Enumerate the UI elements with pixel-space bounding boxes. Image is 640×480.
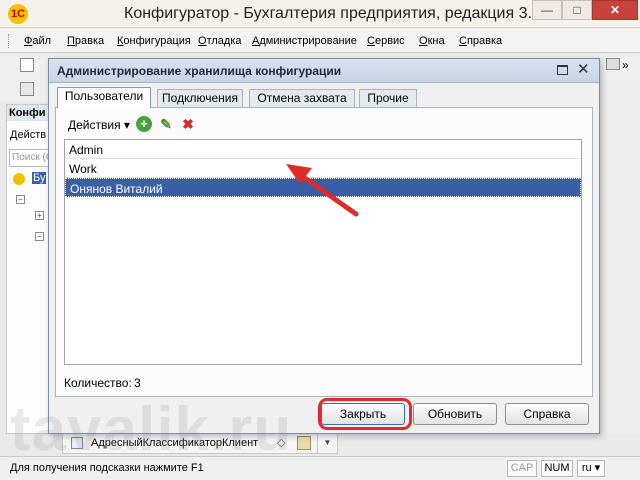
app-logo-icon: 1С — [8, 4, 28, 24]
tree-collapse-icon[interactable]: − — [16, 195, 25, 204]
menu-item-administration[interactable]: Администрирование — [252, 35, 357, 47]
configuration-tree-actions[interactable]: Действ — [7, 121, 51, 141]
delete-icon[interactable]: ✖ — [180, 116, 196, 132]
configuration-tree-header: Конфи — [7, 105, 51, 121]
tab-connections[interactable]: Подключения — [157, 89, 243, 107]
tree-expand-icon[interactable]: + — [35, 211, 44, 220]
menu-item-service[interactable]: Сервис — [367, 35, 405, 47]
tree-root-label: Бу — [32, 172, 47, 184]
tab-other[interactable]: Прочие — [359, 89, 417, 107]
num-indicator: NUM — [541, 460, 573, 477]
repository-admin-dialog: Администрирование хранилища конфигурации… — [48, 58, 600, 434]
menu-item-debug[interactable]: Отладка — [198, 35, 242, 47]
help-button[interactable]: Справка — [505, 403, 589, 425]
minimize-icon[interactable]: — — [532, 0, 562, 20]
configuration-root-icon — [13, 173, 25, 185]
menu-grip — [8, 34, 11, 48]
caps-indicator: CAP — [507, 460, 537, 477]
dialog-title: Администрирование хранилища конфигурации — [57, 64, 342, 78]
add-icon[interactable]: + — [136, 116, 152, 132]
refresh-button[interactable]: Обновить — [413, 403, 497, 425]
new-document-icon[interactable] — [20, 58, 34, 72]
tree-root-item[interactable]: Бу — [13, 172, 47, 187]
menu-item-file[interactable]: Файл — [24, 35, 51, 47]
count-value: 3 — [134, 376, 141, 390]
chevron-down-icon[interactable]: ▼ — [317, 433, 337, 453]
maximize-icon[interactable]: □ — [562, 0, 592, 20]
list-item-selected[interactable]: Онянов Виталий — [65, 178, 581, 197]
tab-cancel-lock[interactable]: Отмена захвата — [249, 89, 355, 107]
object-status-icon — [297, 436, 311, 450]
close-icon[interactable]: ✕ — [592, 0, 638, 20]
count-label: Количество: — [64, 376, 132, 390]
main-window-title-bar: 1С Конфигуратор - Бухгалтерия предприяти… — [0, 0, 640, 28]
right-side-pane — [598, 80, 640, 434]
configuration-tree-pane: Конфи Действ Поиск (C Бу − ● + − — [6, 104, 52, 434]
menu-item-help[interactable]: Справка — [459, 35, 502, 47]
toolbar-overflow-icon[interactable]: » — [622, 58, 629, 72]
dialog-maximize-icon[interactable] — [557, 65, 568, 75]
list-item[interactable]: Work — [65, 159, 581, 178]
language-indicator[interactable]: ru ▾ — [577, 460, 605, 477]
menu-item-configuration[interactable]: Конфигурация — [117, 35, 191, 47]
close-button-highlight — [318, 398, 412, 430]
dialog-close-icon[interactable]: ✕ — [577, 61, 590, 79]
menu-item-edit[interactable]: Правка — [67, 35, 104, 47]
watermark: tavalik.ru — [10, 395, 293, 464]
actions-menu[interactable]: Действия ▾ — [68, 118, 130, 132]
dialog-title-bar: Администрирование хранилища конфигурации… — [49, 59, 599, 83]
main-window-title: Конфигуратор - Бухгалтерия предприятия, … — [124, 5, 541, 22]
pencil-icon[interactable]: ✎ — [158, 116, 174, 132]
toolbar-settings-icon[interactable] — [606, 58, 620, 70]
tab-users[interactable]: Пользователи — [57, 87, 151, 108]
list-item[interactable]: Admin — [65, 140, 581, 159]
open-icon[interactable] — [20, 82, 34, 96]
menu-bar: Файл Правка Конфигурация Отладка Админис… — [0, 29, 640, 53]
menu-item-windows[interactable]: Окна — [419, 35, 445, 47]
users-tab-panel: Действия ▾ + ✎ ✖ Admin Work Онянов Витал… — [55, 107, 593, 397]
users-list: Admin Work Онянов Виталий — [64, 139, 582, 365]
tree-collapse-child-icon[interactable]: − — [35, 232, 44, 241]
configuration-search-input[interactable]: Поиск (C — [9, 149, 49, 167]
